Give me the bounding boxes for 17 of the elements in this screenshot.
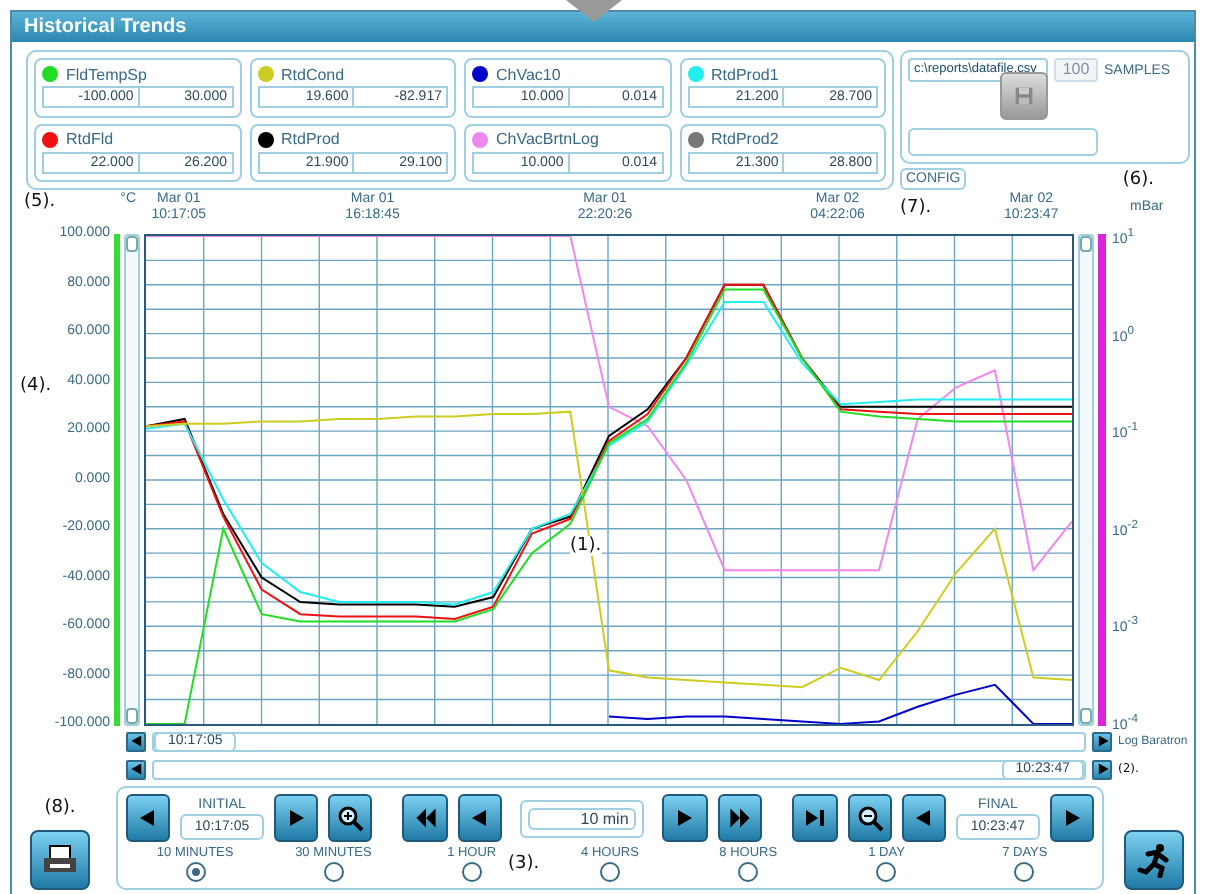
window-title: Historical Trends [12,12,1194,42]
callout-label: (1). [570,536,602,556]
tag-name: ChVacBrtnLog [496,130,599,148]
tag-name: RtdFld [66,130,114,148]
callout-label: (4). [20,376,52,396]
tag-name: RtdProd2 [711,130,779,148]
tag-name: ChVac10 [496,65,561,83]
tag-name: RtdProd [281,130,340,148]
callout-label: (3). [508,854,540,874]
time-span-field[interactable]: 10 min [528,807,637,829]
tag-name: RtdProd1 [711,65,779,83]
tag-name: RtdCond [281,65,345,83]
callout-label: (6). [1122,169,1154,189]
tag-name: FldTempSp [66,65,147,83]
callout-label: (5). [22,192,58,216]
callout-label: (7). [900,198,932,218]
callout-label: (8). [44,798,76,818]
